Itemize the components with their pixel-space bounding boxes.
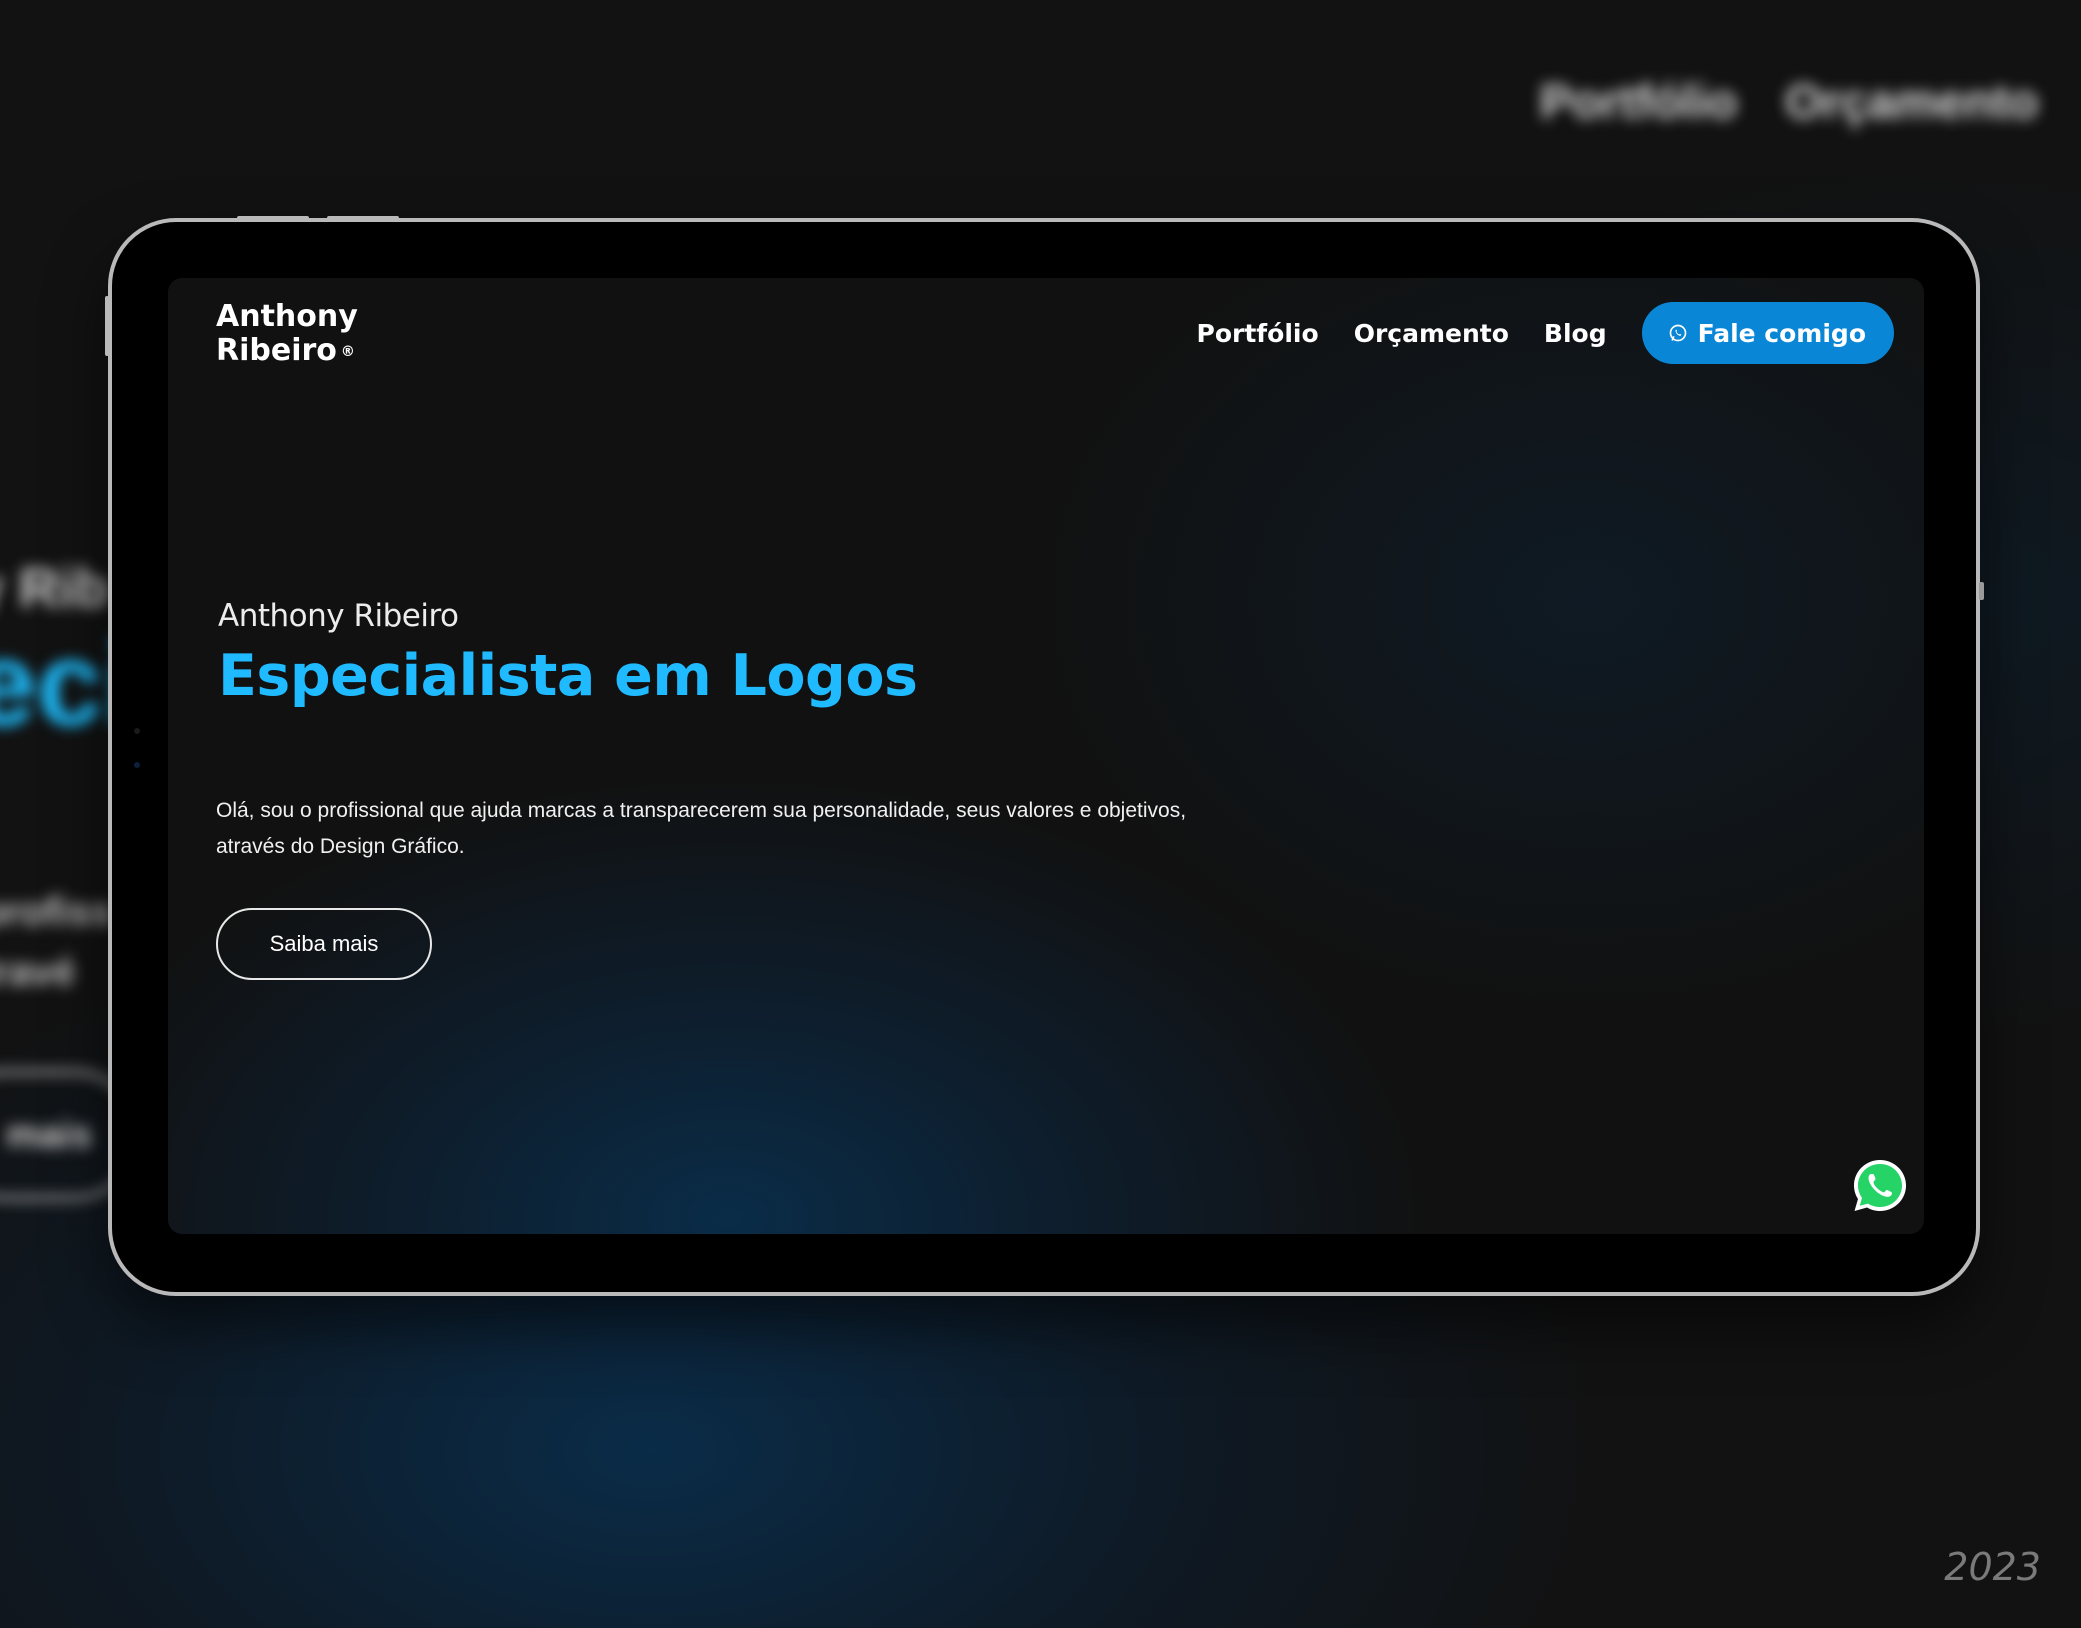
logo-line-1: Anthony — [216, 299, 358, 334]
whatsapp-floating-button[interactable] — [1850, 1156, 1910, 1216]
camera-dot — [134, 728, 140, 734]
saiba-mais-button[interactable]: Saiba mais — [216, 908, 432, 980]
fale-comigo-button[interactable]: Fale comigo — [1641, 302, 1894, 364]
fale-comigo-label: Fale comigo — [1697, 318, 1866, 348]
nav-blog[interactable]: Blog — [1544, 319, 1607, 348]
hero-name: Anthony Ribeiro — [218, 598, 459, 634]
tablet-volume-button — [237, 216, 309, 220]
registered-mark: ® — [340, 343, 355, 360]
nav-portfolio[interactable]: Portfólio — [1197, 319, 1319, 348]
bg-text-line: profiss — [0, 890, 114, 934]
hero-title: Especialista em Logos — [218, 643, 918, 709]
bg-nav-orcamento: Orçamento — [1785, 76, 2039, 129]
whatsapp-icon — [1669, 324, 1686, 342]
hero-description: Olá, sou o profissional que ajuda marcas… — [216, 799, 1187, 858]
bg-hero-name: y Rib — [0, 556, 109, 619]
bg-nav-portfolio: Portfólio — [1540, 76, 1738, 129]
tablet-side-connector — [1979, 582, 1984, 600]
camera-icon — [134, 762, 140, 768]
tablet-power-button — [105, 296, 109, 356]
year-label: 2023 — [1944, 1545, 2041, 1589]
website-screen: Anthony Ribeiro ® Portfólio Orçamento Blo… — [168, 278, 1924, 1234]
site-logo[interactable]: Anthony Ribeiro ® — [216, 300, 358, 369]
tablet-device: Anthony Ribeiro ® Portfólio Orçamento Blo… — [105, 216, 1984, 1296]
tablet-volume-button — [327, 216, 399, 220]
main-nav: Portfólio Orçamento Blog Fale comigo — [1197, 302, 1894, 364]
nav-orcamento[interactable]: Orçamento — [1354, 319, 1509, 348]
logo-line-2: Ribeiro — [216, 333, 337, 368]
bg-text-line: travé — [0, 950, 76, 994]
whatsapp-icon — [1854, 1160, 1906, 1211]
